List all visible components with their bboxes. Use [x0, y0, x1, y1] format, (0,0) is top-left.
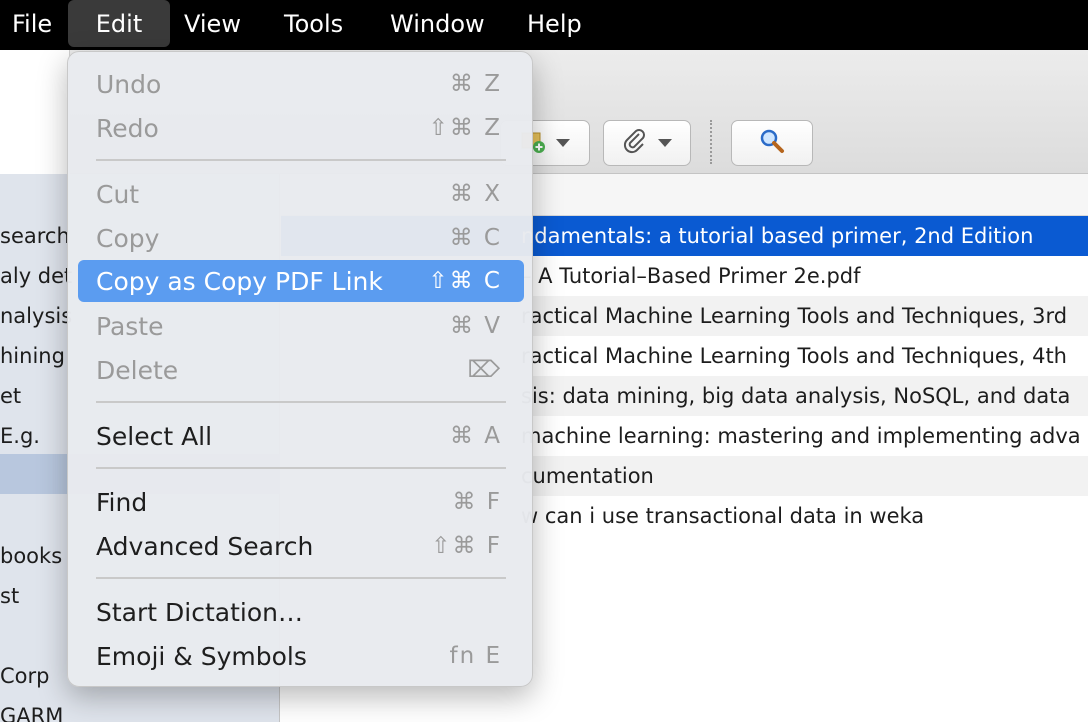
menu-item-label: Delete: [96, 355, 179, 385]
menu-tools[interactable]: Tools: [284, 0, 343, 48]
sidebar-item[interactable]: GARM: [0, 704, 63, 722]
menu-item-shortcut: ⌘ C: [449, 225, 502, 251]
menu-item-label: Cut: [96, 179, 140, 209]
search-icon: [758, 127, 786, 159]
sidebar-item[interactable]: st: [0, 584, 19, 608]
menu-item-delete[interactable]: Delete ⌦: [78, 349, 524, 391]
menu-item-label: Undo: [96, 69, 162, 99]
menu-item-shortcut: ⇧⌘ Z: [428, 115, 502, 141]
menu-item-label: Emoji & Symbols: [96, 641, 307, 671]
menu-item-start-dictation[interactable]: Start Dictation…: [78, 591, 524, 633]
menu-item-copy[interactable]: Copy ⌘ C: [78, 217, 524, 259]
menu-separator: [96, 467, 506, 469]
chevron-down-icon: [556, 139, 570, 147]
attachment-button[interactable]: [603, 120, 691, 166]
search-button[interactable]: [731, 120, 813, 166]
menu-separator: [96, 159, 506, 161]
sidebar-item[interactable]: search: [0, 224, 70, 248]
toolbar-separator: [710, 120, 712, 164]
menu-item-shortcut: ⌘ Z: [449, 71, 502, 97]
menu-edit[interactable]: Edit: [68, 0, 170, 47]
menu-item-shortcut: ⇧⌘ F: [431, 533, 502, 559]
menu-item-emoji-symbols[interactable]: Emoji & Symbols fn E: [78, 635, 524, 677]
menu-item-label: Select All: [96, 421, 213, 451]
menu-file[interactable]: File: [12, 0, 52, 48]
menu-item-shortcut: ⌘ X: [449, 181, 502, 207]
menu-item-label: Advanced Search: [96, 531, 314, 561]
menu-item-shortcut: ⌘ A: [449, 423, 502, 449]
edit-menu-dropdown: Undo ⌘ Z Redo ⇧⌘ Z Cut ⌘ X Copy ⌘ C Copy…: [67, 51, 533, 687]
sidebar-item[interactable]: hining: [0, 344, 65, 368]
sidebar-item[interactable]: et: [0, 384, 21, 408]
menu-separator: [96, 401, 506, 403]
attachment-icon: [622, 128, 648, 158]
menu-item-label: Copy as Copy PDF Link: [96, 266, 383, 296]
menu-item-label: Paste: [96, 311, 164, 341]
toolbar-left-pane: [0, 50, 70, 174]
menu-item-copy-as-pdf-link[interactable]: Copy as Copy PDF Link ⇧⌘ C: [78, 260, 524, 302]
sidebar-item[interactable]: E.g.: [0, 424, 40, 448]
sidebar-item[interactable]: nalysis: [0, 304, 72, 328]
menu-item-paste[interactable]: Paste ⌘ V: [78, 305, 524, 347]
menu-view[interactable]: View: [184, 0, 241, 48]
menu-separator: [96, 577, 506, 579]
menu-item-cut[interactable]: Cut ⌘ X: [78, 173, 524, 215]
menu-item-shortcut: ⇧⌘ C: [428, 268, 502, 294]
sidebar-item[interactable]: aly det: [0, 264, 72, 288]
menu-item-undo[interactable]: Undo ⌘ Z: [78, 63, 524, 105]
menu-item-redo[interactable]: Redo ⇧⌘ Z: [78, 107, 524, 149]
menu-bar: File Edit View Tools Window Help: [0, 0, 1088, 50]
menu-item-shortcut: fn E: [449, 643, 502, 669]
delete-forward-icon: ⌦: [467, 357, 502, 383]
menu-item-find[interactable]: Find ⌘ F: [78, 481, 524, 523]
sidebar-item[interactable]: books: [0, 544, 62, 568]
menu-item-select-all[interactable]: Select All ⌘ A: [78, 415, 524, 457]
chevron-down-icon: [658, 139, 672, 147]
menu-help[interactable]: Help: [527, 0, 582, 48]
menu-item-shortcut: ⌘ F: [452, 489, 502, 515]
menu-item-label: Copy: [96, 223, 160, 253]
menu-item-shortcut: ⌘ V: [449, 313, 502, 339]
menu-window[interactable]: Window: [390, 0, 485, 48]
menu-item-advanced-search[interactable]: Advanced Search ⇧⌘ F: [78, 525, 524, 567]
menu-item-label: Redo: [96, 113, 159, 143]
menu-item-label: Start Dictation…: [96, 597, 303, 627]
sidebar-item[interactable]: Corp: [0, 664, 49, 688]
menu-item-label: Find: [96, 487, 148, 517]
